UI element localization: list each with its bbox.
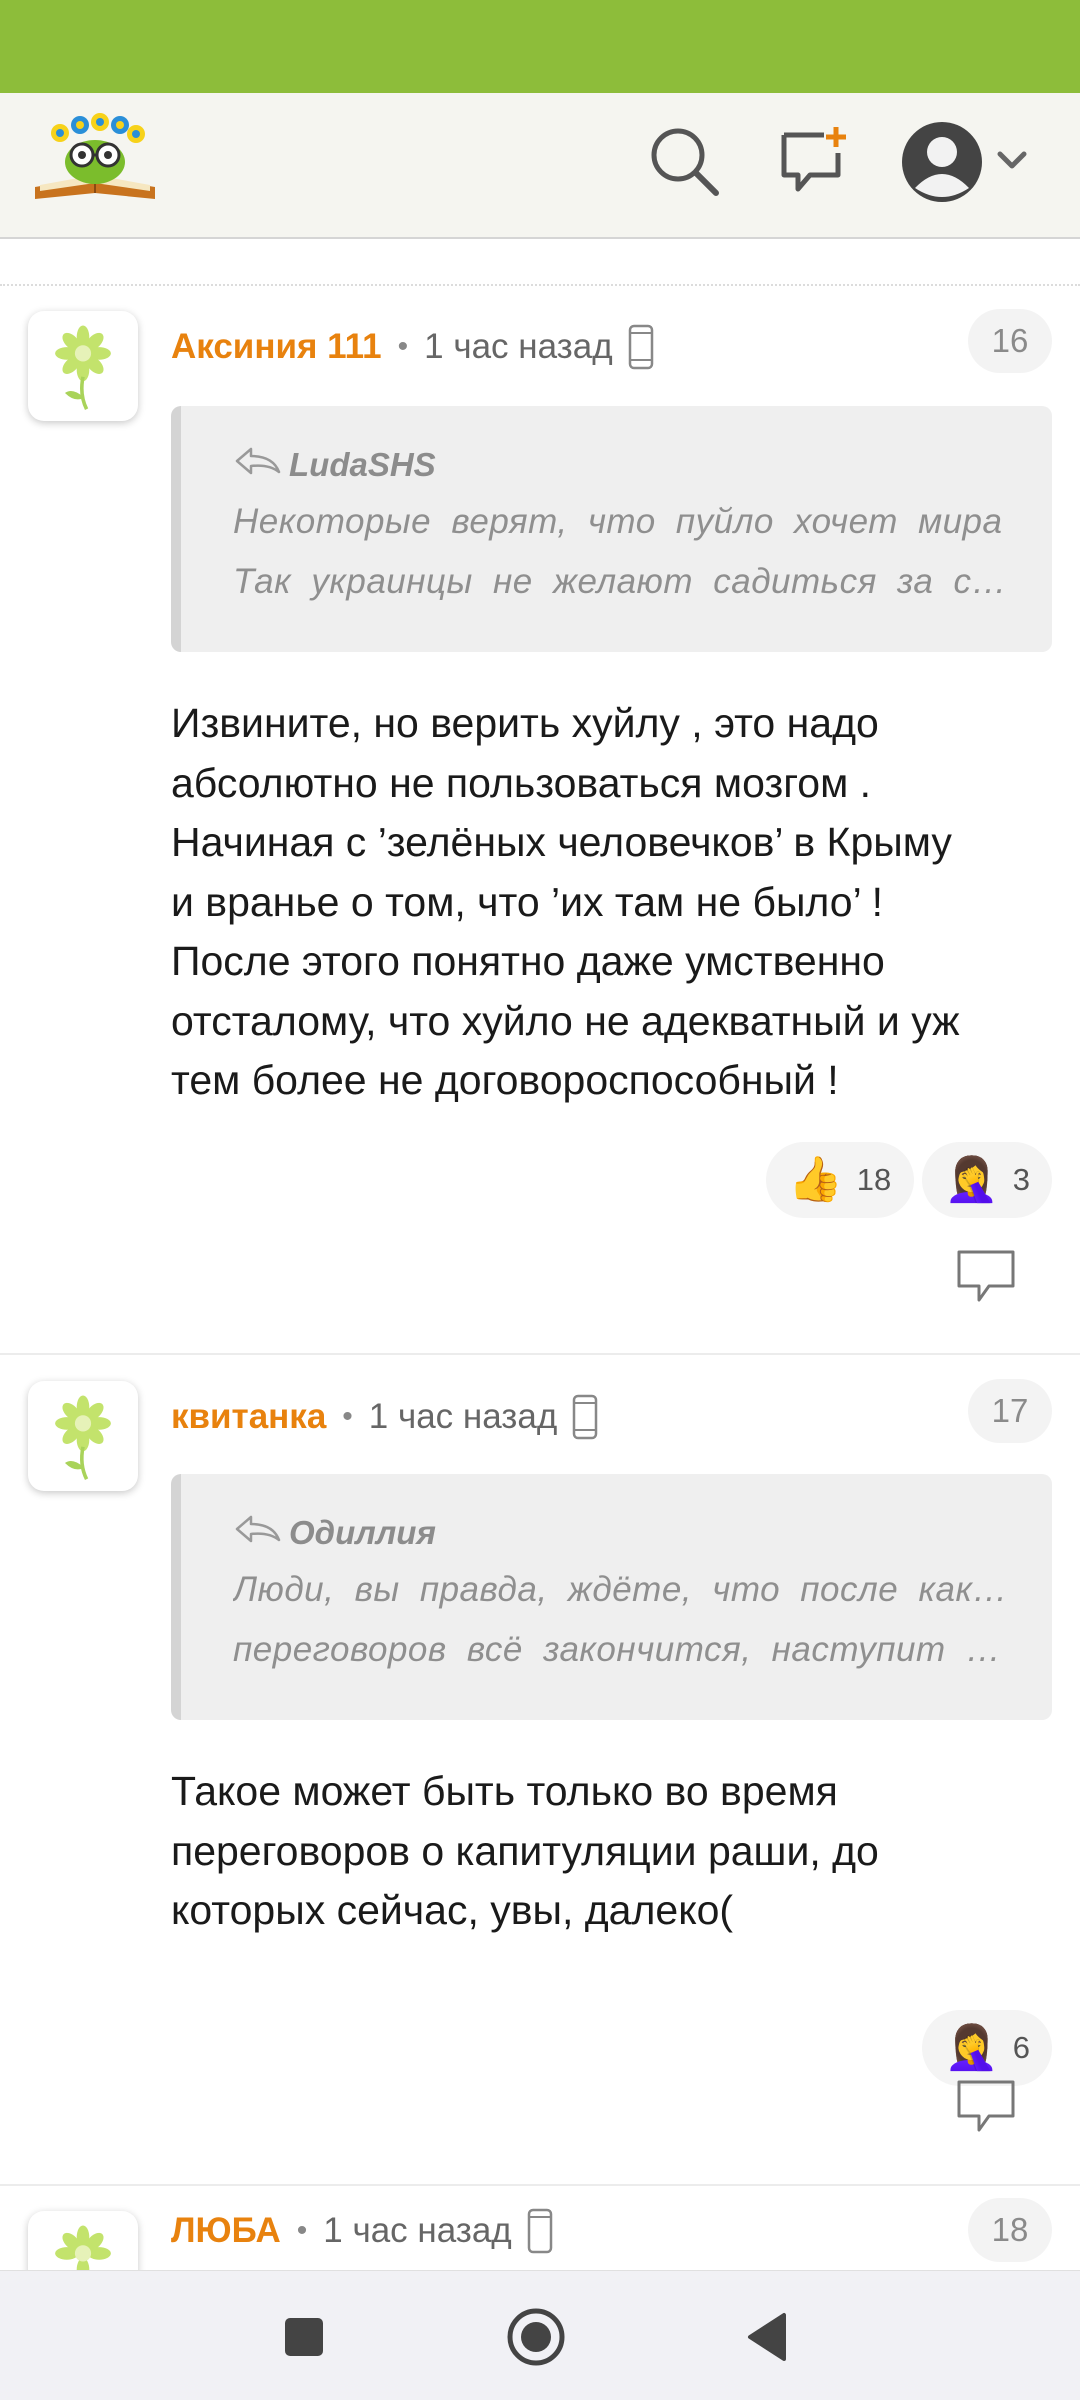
- body-line: тем более не договороспособный !: [171, 1057, 839, 1103]
- body-line: абсолютно не пользоваться мозгом .: [171, 759, 872, 806]
- comment: Аксиния 111 • 1 час назад 16 LudaSHS Нек…: [0, 284, 1080, 1354]
- quote-line: Люди, вы правда, ждёте, что после каких-…: [233, 1570, 1012, 1609]
- meta-separator: •: [397, 330, 409, 363]
- comment-number[interactable]: 16: [968, 309, 1052, 373]
- facepalm-icon: 🤦‍♀️: [944, 2023, 999, 2072]
- body-line: После этого понятно даже умственно: [171, 938, 885, 984]
- comment-body: Извините, но верить хуйлу , это надо абс…: [171, 694, 1051, 1111]
- quote-line: Некоторые верят, что пуйло хочет мира: [233, 502, 1003, 541]
- quote-line: Так украинцы не желают садиться за ст...: [233, 562, 1012, 601]
- meta-separator: •: [296, 2214, 308, 2247]
- status-bar: [0, 0, 1080, 93]
- comment-number[interactable]: 18: [968, 2198, 1052, 2262]
- search-icon[interactable]: [646, 123, 722, 199]
- thumbs-up-icon: 👍: [788, 1155, 843, 1204]
- home-icon[interactable]: [504, 2305, 568, 2369]
- site-logo[interactable]: [30, 107, 160, 207]
- reply-arrow-icon: [233, 444, 289, 486]
- quote-block[interactable]: Одиллия Люди, вы правда, ждёте, что посл…: [171, 1474, 1052, 1720]
- reaction-count: 18: [856, 1162, 892, 1197]
- body-line: Извините, но верить хуйлу , это надо: [171, 700, 879, 746]
- quote-line: переговоров всё закончится, наступит ми.…: [233, 1630, 1012, 1669]
- back-icon[interactable]: [736, 2305, 800, 2369]
- reaction-like[interactable]: 👍 18: [766, 1142, 914, 1218]
- author-name[interactable]: квитанка: [171, 1397, 326, 1437]
- reaction-facepalm[interactable]: 🤦‍♀️ 6: [922, 2010, 1052, 2086]
- body-line: переговоров о капитуляции раши, до: [171, 1827, 879, 1874]
- body-line: Такое может быть только во время: [171, 1768, 838, 1814]
- reply-arrow-icon: [233, 1512, 289, 1554]
- reaction-facepalm[interactable]: 🤦‍♀️ 3: [922, 1142, 1052, 1218]
- body-line: которых сейчас, увы, далеко(: [171, 1887, 734, 1933]
- comment: квитанка • 1 час назад 17 Одиллия Люди, …: [0, 1354, 1080, 2184]
- author-name[interactable]: ЛЮБА: [171, 2211, 281, 2251]
- avatar[interactable]: [28, 311, 138, 421]
- new-post-icon[interactable]: [776, 123, 852, 199]
- timestamp: 1 час назад: [323, 2211, 512, 2250]
- body-line: отсталому, что хуйло не адекватный и уж: [171, 997, 960, 1044]
- comment-body: Такое может быть только во время перегов…: [171, 1762, 1051, 1941]
- reply-icon[interactable]: [955, 1248, 1017, 1304]
- body-line: Начиная с ’зелёных человечков’ в Крыму: [171, 819, 952, 865]
- mobile-device-icon: [526, 2208, 554, 2254]
- reaction-count: 6: [1012, 2030, 1031, 2065]
- timestamp: 1 час назад: [424, 327, 613, 366]
- reaction-count: 3: [1012, 1162, 1031, 1197]
- mobile-device-icon: [571, 1394, 599, 1440]
- timestamp: 1 час назад: [368, 1397, 558, 1436]
- comment: ЛЮБА • 1 час назад 18: [0, 2186, 1080, 2270]
- quote-author: Одиллия: [289, 1514, 436, 1551]
- quote-block[interactable]: LudaSHS Некоторые верят, что пуйло хочет…: [171, 406, 1052, 652]
- system-nav-bar: [0, 2270, 1080, 2400]
- meta-separator: •: [342, 1400, 353, 1433]
- facepalm-icon: 🤦‍♀️: [944, 1155, 999, 1204]
- avatar[interactable]: [28, 1381, 138, 1491]
- reply-icon[interactable]: [955, 2078, 1017, 2134]
- recent-apps-icon[interactable]: [272, 2305, 336, 2369]
- author-name[interactable]: Аксиния 111: [171, 327, 382, 367]
- quote-author: LudaSHS: [289, 446, 436, 483]
- body-line: и вранье о том, что ’их там не было’ !: [171, 878, 883, 925]
- user-menu[interactable]: [900, 120, 1040, 204]
- comment-number[interactable]: 17: [968, 1379, 1052, 1443]
- avatar[interactable]: [28, 2211, 138, 2270]
- mobile-device-icon: [627, 324, 655, 370]
- app-header: [0, 93, 1080, 239]
